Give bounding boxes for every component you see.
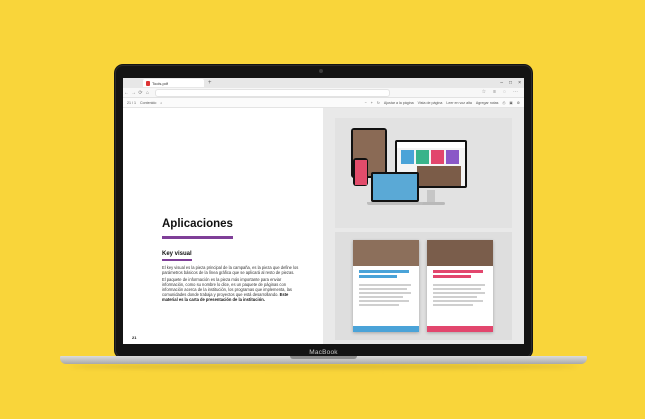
page-number: 21 bbox=[132, 335, 137, 340]
macbook-label: MacBook bbox=[309, 349, 338, 356]
tab-pdf[interactable]: Tools.pdf bbox=[143, 79, 204, 87]
profile-icon[interactable]: ◌ bbox=[503, 89, 506, 95]
brochure-right-line bbox=[433, 296, 477, 298]
brochure-right-line bbox=[433, 304, 473, 306]
pdf-page-right bbox=[323, 108, 524, 344]
brochure-left-line bbox=[359, 288, 407, 290]
tile-pink bbox=[431, 150, 444, 164]
brochure-right-subtitle bbox=[433, 275, 471, 278]
monitor-header bbox=[397, 142, 465, 148]
camera-dot bbox=[319, 69, 323, 73]
brochure-left-footer bbox=[353, 326, 419, 332]
back-icon[interactable]: ← bbox=[123, 90, 130, 96]
tile-blue bbox=[401, 150, 414, 164]
home-icon[interactable]: ⌂ bbox=[144, 90, 151, 96]
maximize-icon[interactable]: □ bbox=[509, 80, 512, 86]
phone-mockup bbox=[353, 158, 368, 186]
search-icon[interactable]: ⌕ bbox=[160, 101, 162, 105]
pdf-icon bbox=[146, 80, 150, 86]
small-laptop-mockup bbox=[371, 172, 419, 202]
laptop-base-notch bbox=[290, 356, 357, 359]
laptop-lid: Tools.pdf + – □ × ← → ⟳ ⌂ ☆ ≡ ◌ ⋯ 21 / 1… bbox=[114, 64, 533, 359]
brochure-left-line bbox=[359, 292, 411, 294]
small-laptop-screen bbox=[373, 174, 417, 200]
brochure-left-line bbox=[359, 284, 411, 286]
phone-screen bbox=[354, 159, 367, 185]
brochure-right-photo bbox=[427, 240, 493, 266]
more-icon[interactable]: ⋯ bbox=[513, 89, 518, 95]
address-bar: ← → ⟳ ⌂ ☆ ≡ ◌ ⋯ bbox=[123, 88, 524, 98]
page-indicator[interactable]: 21 / 1 bbox=[127, 101, 136, 105]
pdf-toolbar: 21 / 1 Contenido ⌕ − + ↻ Ajustar a la pá… bbox=[123, 98, 524, 108]
pdf-page-left: Aplicaciones Key visual El key visual es… bbox=[123, 108, 323, 344]
brochure-left-photo bbox=[353, 240, 419, 266]
brochure-left-subtitle bbox=[359, 275, 397, 278]
subheading-underline bbox=[162, 259, 192, 261]
contents-button[interactable]: Contenido bbox=[140, 101, 156, 105]
brochures-mockup-image bbox=[335, 232, 512, 340]
forward-icon[interactable]: → bbox=[130, 90, 137, 96]
brochure-right-line bbox=[433, 300, 483, 302]
new-tab-icon[interactable]: + bbox=[208, 80, 212, 86]
paragraph-2: El paquete de información es la pieza má… bbox=[162, 277, 302, 302]
reload-icon[interactable]: ⟳ bbox=[137, 90, 144, 96]
brochure-right-title bbox=[433, 270, 483, 273]
laptop-screen: Tools.pdf + – □ × ← → ⟳ ⌂ ☆ ≡ ◌ ⋯ 21 / 1… bbox=[123, 78, 524, 344]
url-field[interactable] bbox=[155, 88, 390, 97]
paragraph-2-regular: El paquete de información es la pieza má… bbox=[162, 277, 292, 297]
monitor-photo bbox=[417, 166, 461, 186]
close-icon[interactable]: × bbox=[518, 80, 521, 86]
tile-green bbox=[416, 150, 429, 164]
tab-title: Tools.pdf bbox=[152, 80, 169, 86]
browser-right-icons: ☆ ≡ ◌ ⋯ bbox=[482, 89, 518, 95]
print-icon[interactable]: ⎙ bbox=[502, 101, 505, 105]
small-laptop-base bbox=[367, 202, 423, 205]
monitor-stand bbox=[427, 190, 435, 202]
brochure-left-line bbox=[359, 304, 399, 306]
zoom-in-icon[interactable]: + bbox=[371, 101, 373, 105]
devices-mockup-image bbox=[335, 118, 512, 228]
brochure-right-line bbox=[433, 292, 485, 294]
heading-underline bbox=[162, 236, 233, 239]
brochure-left-line bbox=[359, 296, 403, 298]
brochure-left bbox=[353, 240, 419, 332]
body-text: El key visual es la pieza principal de l… bbox=[162, 265, 302, 304]
laptop-base bbox=[60, 356, 587, 364]
rotate-icon[interactable]: ↻ bbox=[377, 101, 380, 105]
section-subheading: Key visual bbox=[162, 251, 192, 257]
tile-purple bbox=[446, 150, 459, 164]
brochure-left-line bbox=[359, 300, 409, 302]
favorites-icon[interactable]: ≡ bbox=[493, 89, 496, 95]
brochure-right-line bbox=[433, 284, 485, 286]
add-notes-button[interactable]: Agregar notas bbox=[476, 101, 499, 105]
save-icon[interactable]: ▣ bbox=[509, 101, 512, 105]
brochure-right-line bbox=[433, 288, 481, 290]
settings-icon[interactable]: ⚙ bbox=[517, 101, 520, 105]
brochure-right bbox=[427, 240, 493, 332]
star-icon[interactable]: ☆ bbox=[482, 89, 486, 95]
laptop-shadow bbox=[70, 364, 577, 369]
zoom-out-icon[interactable]: − bbox=[365, 101, 367, 105]
brochure-left-title bbox=[359, 270, 409, 273]
paragraph-1: El key visual es la pieza principal de l… bbox=[162, 265, 299, 275]
page-heading: Aplicaciones bbox=[162, 218, 233, 230]
tab-bar: Tools.pdf + – □ × bbox=[123, 78, 524, 88]
pdf-toolbar-right: − + ↻ Ajustar a la página Vista de págin… bbox=[365, 98, 520, 107]
minimize-icon[interactable]: – bbox=[500, 80, 503, 86]
fit-page-button[interactable]: Ajustar a la página bbox=[384, 101, 414, 105]
read-aloud-button[interactable]: Leer en voz alta bbox=[446, 101, 472, 105]
brochure-right-footer bbox=[427, 326, 493, 332]
page-view-button[interactable]: Vista de página bbox=[418, 101, 443, 105]
window-controls: – □ × bbox=[500, 80, 521, 86]
